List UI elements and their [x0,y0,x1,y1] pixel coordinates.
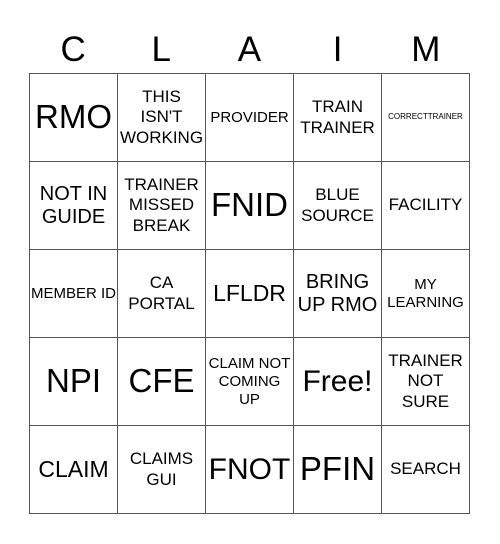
bingo-cell[interactable]: TRAINER MISSED BREAK [118,162,206,250]
bingo-cell-label: CLAIM [38,456,109,483]
bingo-cell[interactable]: NOT IN GUIDE [30,162,118,250]
bingo-cell-label: NPI [45,362,101,400]
title-letter-l: L [151,29,172,69]
bingo-cell-label: RMO [35,98,112,136]
bingo-cell[interactable]: CFE [118,338,206,426]
bingo-cell-label: CA PORTAL [128,273,195,313]
bingo-cell-label: CORRECTTRAINER [388,112,463,122]
bingo-cell[interactable]: RMO [30,74,118,162]
title-letter-m: M [411,29,441,69]
bingo-cell-label: FNOT [208,453,291,486]
bingo-cell[interactable]: BRING UP RMO [294,250,382,338]
bingo-title-row: C L A I M [29,26,470,72]
bingo-cell-label: FNID [211,186,288,224]
bingo-cell-label: PFIN [299,450,376,488]
title-letter-i: I [332,29,343,69]
bingo-cell[interactable]: PROVIDER [206,74,294,162]
bingo-cell[interactable]: FACILITY [382,162,470,250]
bingo-cell-label: CFE [128,362,195,400]
bingo-cell-label: PROVIDER [210,108,289,126]
bingo-cell[interactable]: PFIN [294,426,382,514]
bingo-cell-label: FACILITY [388,195,463,215]
bingo-cell[interactable]: BLUE SOURCE [294,162,382,250]
bingo-cell[interactable]: CA PORTAL [118,250,206,338]
bingo-cell[interactable]: CORRECTTRAINER [382,74,470,162]
bingo-cell-label: MEMBER ID [31,284,117,302]
bingo-cell-label: BLUE SOURCE [301,185,374,225]
bingo-cell[interactable]: TRAINER NOT SURE [382,338,470,426]
bingo-board: RMO THIS ISN'T WORKING PROVIDER TRAIN TRAIN… [29,73,470,514]
bingo-cell[interactable]: THIS ISN'T WORKING [118,74,206,162]
bingo-cell-label: Free! [302,365,373,398]
bingo-cell[interactable]: FNID [206,162,294,250]
bingo-cell-label: NOT IN GUIDE [39,182,108,228]
bingo-cell[interactable]: FNOT [206,426,294,514]
bingo-cell-label: BRING UP RMO [297,270,378,316]
bingo-cell[interactable]: CLAIM [30,426,118,514]
bingo-cell-label: CLAIM NOT COMING UP [208,354,291,408]
bingo-cell-label: LFLDR [213,280,286,307]
title-letter-c: C [60,29,86,69]
bingo-cell[interactable]: CLAIM NOT COMING UP [206,338,294,426]
bingo-cell[interactable]: NPI [30,338,118,426]
bingo-cell-label: MY LEARNING [387,275,464,311]
bingo-cell[interactable]: MY LEARNING [382,250,470,338]
bingo-cell-label: CLAIMS GUI [129,449,194,489]
bingo-cell-label: SEARCH [390,459,461,479]
bingo-cell[interactable]: SEARCH [382,426,470,514]
bingo-cell-label: TRAINER NOT SURE [388,350,463,411]
bingo-cell[interactable]: TRAIN TRAINER [294,74,382,162]
title-letter-a: A [237,29,262,69]
bingo-cell-label: TRAINER MISSED BREAK [124,174,199,235]
bingo-cell[interactable]: CLAIMS GUI [118,426,206,514]
bingo-cell-label: THIS ISN'T WORKING [119,86,204,147]
bingo-cell[interactable]: MEMBER ID [30,250,118,338]
bingo-cell-label: TRAIN TRAINER [300,97,375,137]
bingo-cell-free[interactable]: Free! [294,338,382,426]
bingo-cell[interactable]: LFLDR [206,250,294,338]
